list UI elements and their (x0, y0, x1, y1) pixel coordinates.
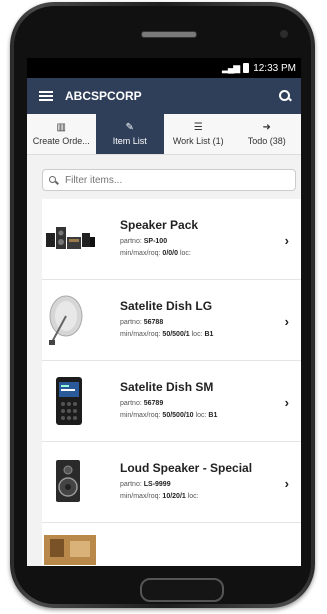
list-item[interactable] (42, 523, 301, 566)
satellite-dish-sm-thumbnail (44, 373, 96, 429)
front-camera (280, 30, 288, 38)
grid-icon: ▥ (56, 122, 66, 133)
item-partno: partno: 56788 (120, 319, 164, 326)
filter-box (42, 169, 296, 191)
tab-bar: ▥ Create Orde... ✎ Item List ☰ Work List… (27, 114, 301, 155)
tab-label: Create Orde... (32, 136, 90, 146)
item-list: Speaker Pack partno: SP-100 min/max/roq:… (42, 199, 301, 566)
tab-label: Todo (38) (247, 136, 286, 146)
arrow-right-icon: ➜ (262, 122, 271, 133)
search-icon (49, 175, 58, 185)
filter-input[interactable] (63, 173, 267, 187)
loud-speaker-thumbnail (44, 454, 96, 510)
item-partno: partno: SP-100 (120, 238, 168, 245)
battery-icon (243, 63, 250, 73)
list-icon: ☰ (193, 122, 203, 133)
list-item[interactable]: Satelite Dish SM partno: 56789 min/max/r… (42, 361, 301, 442)
tab-work-list[interactable]: ☰ Work List (1) (164, 114, 233, 154)
speaker-pack-thumbnail (44, 211, 96, 267)
item-thumbnail (44, 535, 96, 566)
item-name: Satelite Dish LG (120, 299, 213, 313)
item-stock: min/max/roq: 50/500/1 loc: B1 (120, 331, 214, 338)
tab-label: Item List (112, 136, 147, 146)
list-item[interactable]: Speaker Pack partno: SP-100 min/max/roq:… (42, 199, 301, 280)
item-partno: partno: 56789 (120, 400, 164, 407)
satellite-dish-lg-thumbnail (44, 292, 96, 348)
search-icon[interactable] (279, 90, 291, 102)
item-name: Speaker Pack (120, 218, 199, 232)
home-button[interactable] (140, 578, 224, 602)
app-title: ABCSPCORP (65, 89, 142, 103)
item-stock: min/max/roq: 10/20/1 loc: (120, 493, 199, 500)
status-time: 12:33 PM (253, 62, 296, 74)
tab-todo[interactable]: ➜ Todo (38) (233, 114, 302, 154)
chevron-right-icon[interactable]: › (285, 233, 289, 248)
tab-label: Work List (1) (172, 136, 224, 146)
item-stock: min/max/roq: 0/0/0 loc: (120, 250, 191, 257)
tab-create-order[interactable]: ▥ Create Orde... (27, 114, 96, 154)
item-name: Satelite Dish SM (120, 380, 214, 394)
item-name: Loud Speaker - Special (120, 461, 253, 475)
signal-icon: ▂▄▆ (221, 62, 240, 73)
filter-container (27, 155, 301, 199)
tab-item-list[interactable]: ✎ Item List (95, 114, 164, 154)
status-bar: ▂▄▆ 12:33 PM (27, 58, 301, 78)
pencil-icon: ✎ (125, 122, 134, 133)
chevron-right-icon[interactable]: › (285, 395, 289, 410)
menu-icon[interactable] (39, 91, 53, 101)
item-partno: partno: LS-9999 (120, 481, 171, 488)
list-item[interactable]: Loud Speaker - Special partno: LS-9999 m… (42, 442, 301, 523)
app-bar: ABCSPCORP (27, 78, 301, 114)
item-stock: min/max/roq: 50/500/10 loc: B1 (120, 412, 218, 419)
chevron-right-icon[interactable]: › (285, 476, 289, 491)
list-item[interactable]: Satelite Dish LG partno: 56788 min/max/r… (42, 280, 301, 361)
chevron-right-icon[interactable]: › (285, 314, 289, 329)
earpiece-speaker (141, 31, 197, 38)
app-screen: ▂▄▆ 12:33 PM ABCSPCORP ▥ Create Orde... … (27, 58, 301, 566)
